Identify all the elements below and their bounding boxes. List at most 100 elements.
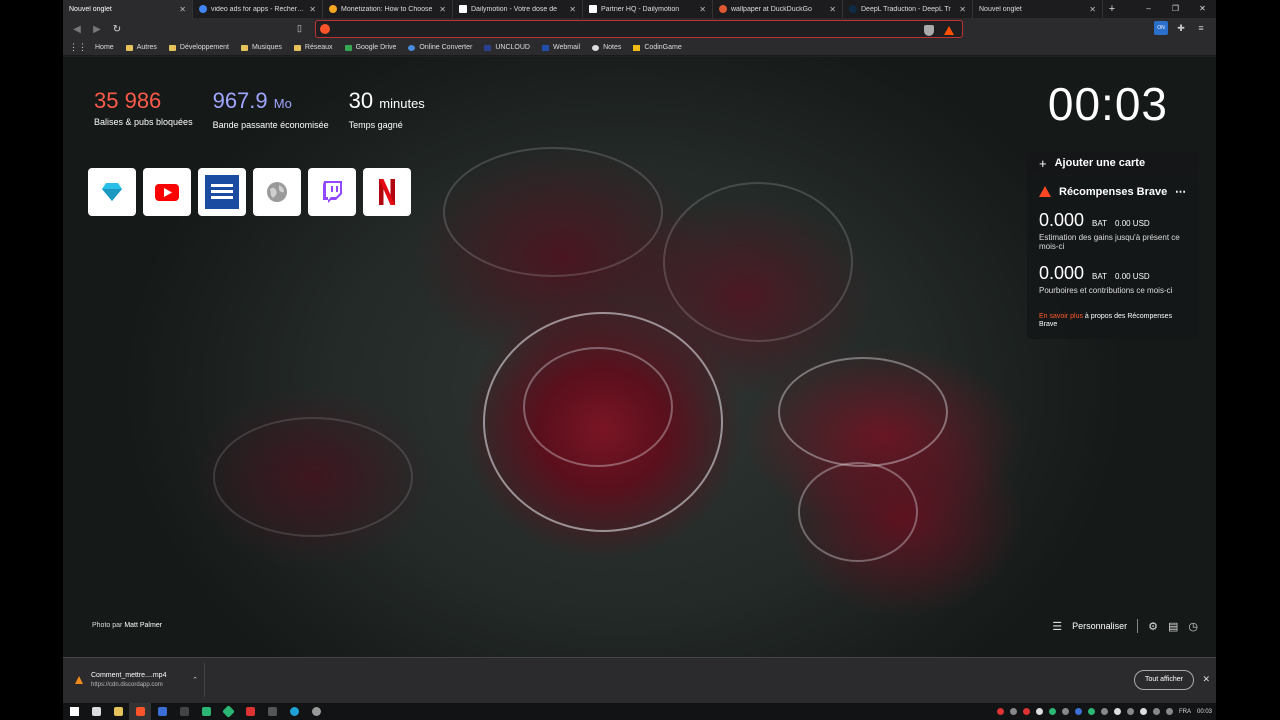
tab-google-search[interactable]: video ads for apps - Recherche ✕ [193,0,323,18]
rewards-estimate: 0.000 BAT 0.00 USD [1039,210,1186,231]
top-site-netflix[interactable] [363,168,411,216]
bookmarks-icon[interactable]: ▤ [1168,620,1178,633]
folder-icon [168,44,176,51]
app-icon[interactable] [261,703,283,720]
tray-icon[interactable] [1022,708,1030,715]
close-icon[interactable]: ✕ [1202,674,1210,685]
tray-icon[interactable] [1165,708,1173,715]
menu-icon[interactable]: ≡ [1194,23,1208,33]
close-icon[interactable]: ✕ [699,5,706,14]
language-indicator[interactable]: FRA [1179,709,1191,715]
puzzle-icon[interactable]: ✚ [1174,23,1188,34]
tray-icon[interactable] [996,708,1004,715]
tray-icon[interactable] [1074,708,1082,715]
add-card-button[interactable]: + Ajouter une carte [1027,151,1198,175]
sliders-icon[interactable]: ☰ [1052,620,1062,633]
gear-icon[interactable]: ⚙ [1148,620,1158,633]
bookmark-online-converter[interactable]: Online Converter [408,44,472,51]
top-site-web[interactable] [253,168,301,216]
brave-taskbar-icon[interactable] [129,703,151,720]
top-site-news[interactable] [198,168,246,216]
close-icon[interactable]: ✕ [569,5,576,14]
bookmark-folder-developpement[interactable]: Développement [168,44,229,51]
background-flower [523,347,673,467]
app-icon[interactable] [151,703,173,720]
taskbar-clock[interactable]: 00:03 [1197,709,1212,715]
close-window-button[interactable]: ✕ [1189,0,1216,18]
new-tab-button[interactable]: + [1103,3,1121,15]
reload-icon[interactable]: ↻ [107,24,127,35]
file-explorer-icon[interactable] [107,703,129,720]
top-site-youtube[interactable] [143,168,191,216]
close-icon[interactable]: ✕ [1089,5,1096,14]
close-icon[interactable]: ✕ [829,5,836,14]
close-icon[interactable]: ✕ [309,5,316,14]
brave-shields-icon[interactable] [924,25,934,36]
address-input[interactable] [334,24,962,34]
vlc-icon [75,676,83,684]
address-bar[interactable] [315,20,963,38]
tab-partner-hq[interactable]: Partner HQ - Dailymotion ✕ [583,0,713,18]
chevron-up-icon[interactable]: ⌃ [192,676,198,684]
tray-icon[interactable] [1100,708,1108,715]
tray-icon[interactable] [1152,708,1160,715]
notes-icon [592,44,600,51]
uncloud-icon [484,44,492,51]
youtube-icon [155,183,179,201]
forward-icon[interactable]: ▶ [87,24,107,35]
tray-icon[interactable] [1048,708,1056,715]
edge-icon[interactable] [283,703,305,720]
learn-more-link[interactable]: En savoir plus [1039,313,1083,320]
tray-icon[interactable] [1035,708,1043,715]
app-icon[interactable] [173,703,195,720]
windows-start-icon[interactable] [63,703,85,720]
bookmark-google-drive[interactable]: Google Drive [344,44,396,51]
tab-new-tab-2[interactable]: Nouvel onglet ✕ [973,0,1103,18]
bookmark-folder-reseaux[interactable]: Réseaux [293,44,333,51]
tab-duckduckgo[interactable]: wallpaper at DuckDuckGo ✕ [713,0,843,18]
bookmark-folder-autres[interactable]: Autres [125,44,157,51]
bookmark-webmail[interactable]: Webmail [541,44,580,51]
tab-dailymotion[interactable]: Dailymotion - Votre dose de ✕ [453,0,583,18]
app-icon[interactable] [305,703,327,720]
tray-icon[interactable] [1061,708,1069,715]
bookmark-codingame[interactable]: CodinGame [633,44,682,51]
app-icon[interactable] [217,703,239,720]
top-site-twitch[interactable] [308,168,356,216]
minimize-button[interactable]: – [1135,0,1162,18]
tab-monetization[interactable]: Monetization: How to Choose ✕ [323,0,453,18]
brave-rewards-icon[interactable] [944,26,954,35]
customize-button[interactable]: Personnaliser [1072,621,1127,631]
photo-credit-author[interactable]: Matt Palmer [124,622,162,629]
tab-deepl[interactable]: DeepL Traduction - DeepL Tr ✕ [843,0,973,18]
tray-icon[interactable] [1113,708,1121,715]
bookmark-folder-musiques[interactable]: Musiques [240,44,282,51]
tray-icon[interactable] [1126,708,1134,715]
top-site-sketch[interactable] [88,168,136,216]
tips-unit: BAT [1092,272,1108,281]
show-all-button[interactable]: Tout afficher [1134,670,1194,690]
store-icon[interactable] [85,703,107,720]
tray-icon[interactable] [1087,708,1095,715]
extension-icon[interactable]: ON [1154,21,1168,35]
tray-icon[interactable] [1009,708,1017,715]
bookmark-notes[interactable]: Notes [592,44,621,51]
bookmark-icon[interactable]: ▯ [297,23,302,34]
maximize-button[interactable]: ❐ [1162,0,1189,18]
app-icon[interactable] [239,703,261,720]
history-icon[interactable]: ◷ [1188,620,1198,633]
close-icon[interactable]: ✕ [959,5,966,14]
close-icon[interactable]: ✕ [439,5,446,14]
tray-icon[interactable] [1139,708,1147,715]
app-icon[interactable] [195,703,217,720]
close-icon[interactable]: ✕ [179,5,186,14]
more-options-icon[interactable]: ⋯ [1175,185,1186,198]
back-icon[interactable]: ◀ [67,24,87,35]
bookmark-label: Home [95,44,114,51]
taskbar: FRA 00:03 [63,703,1216,720]
bookmark-uncloud[interactable]: UNCLOUD [484,44,530,51]
tab-new-tab[interactable]: Nouvel onglet ✕ [63,0,193,18]
download-item[interactable]: Comment_mettre....mp4 https://cdn.discor… [69,663,205,697]
bookmark-home[interactable]: Home [95,44,114,51]
apps-icon[interactable]: ⋮⋮ [69,42,87,53]
